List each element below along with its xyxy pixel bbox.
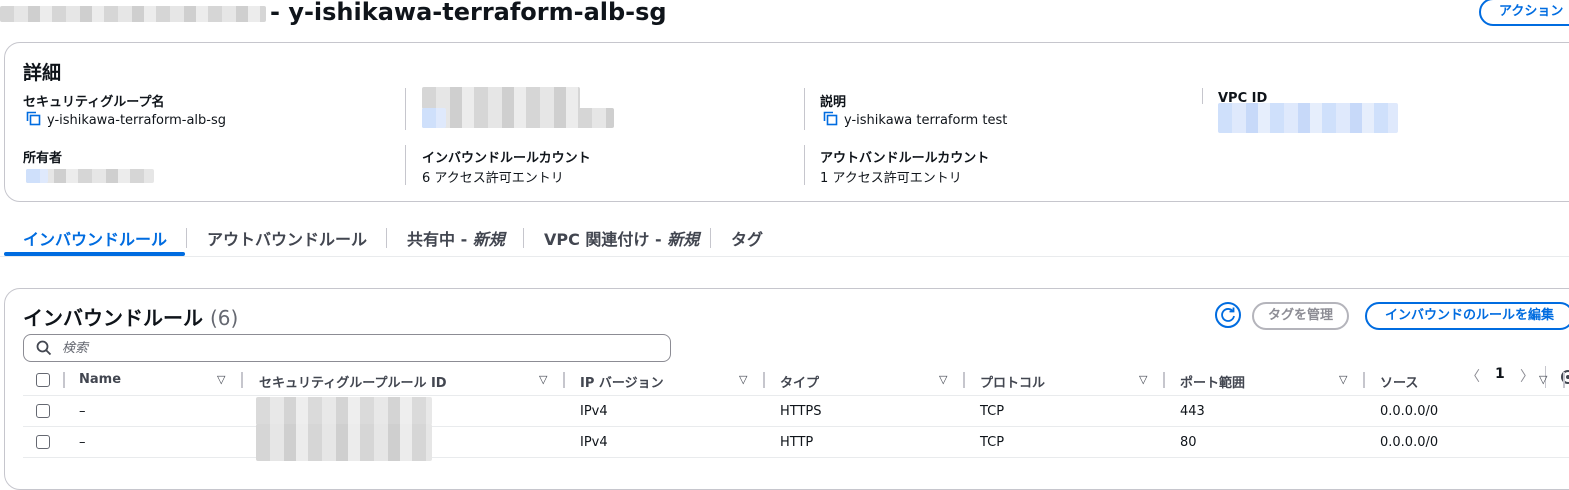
tab-divider — [523, 228, 524, 248]
select-all-checkbox[interactable] — [36, 373, 50, 387]
redacted-owner-link — [26, 169, 48, 183]
page-number[interactable]: 1 — [1495, 366, 1505, 382]
column-divider[interactable] — [1163, 372, 1165, 388]
tab-tags[interactable]: タグ — [731, 226, 763, 250]
sort-icon[interactable]: ▽ — [1539, 373, 1547, 386]
row-border — [23, 457, 1569, 458]
divider — [1202, 88, 1203, 104]
tab-outbound-rules[interactable]: アウトバウンドルール — [207, 226, 367, 250]
description-text: y-ishikawa terraform test — [844, 113, 1008, 128]
column-header-source[interactable]: ソース — [1380, 372, 1418, 391]
cell-protocol: TCP — [980, 404, 1005, 419]
tab-sharing-label: 共有中 - — [407, 230, 473, 249]
column-divider[interactable] — [1563, 372, 1565, 388]
edit-inbound-rules-button[interactable]: インバウンドのルールを編集 — [1365, 302, 1569, 330]
sg-name-value: y-ishikawa-terraform-alb-sg — [26, 111, 226, 130]
sort-icon[interactable]: ▽ — [217, 373, 225, 386]
redacted-link — [422, 108, 446, 128]
sort-icon[interactable]: ▽ — [1139, 373, 1147, 386]
redacted-rule-id — [256, 424, 432, 461]
search-icon — [36, 340, 52, 356]
tab-vpc-new: 新規 — [667, 230, 700, 249]
cell-ip-version: IPv4 — [580, 404, 608, 419]
cell-protocol: TCP — [980, 435, 1005, 450]
tab-vpc-label: VPC 関連付け - — [544, 230, 668, 249]
prev-page-icon[interactable]: 〈 — [1466, 366, 1480, 386]
redacted-vpc-id[interactable] — [1218, 103, 1398, 133]
tab-vpc-associations[interactable]: VPC 関連付け - 新規 — [544, 226, 699, 250]
column-divider[interactable] — [763, 372, 765, 388]
redacted-resource-id — [0, 6, 266, 22]
refresh-icon — [1221, 307, 1235, 322]
description-label: 説明 — [820, 95, 847, 110]
column-header-rule-id[interactable]: セキュリティグループルール ID — [259, 372, 447, 391]
column-divider[interactable] — [563, 372, 565, 388]
search-field[interactable] — [23, 334, 671, 362]
row-checkbox[interactable] — [36, 404, 50, 418]
cell-port-range: 443 — [1180, 404, 1205, 419]
inbound-rules-count: (6) — [209, 306, 239, 330]
copy-icon[interactable] — [26, 111, 41, 130]
inbound-rules-title: インバウンドルール — [23, 306, 203, 330]
manage-tags-button[interactable]: タグを管理 — [1252, 302, 1350, 330]
refresh-button[interactable] — [1215, 302, 1241, 328]
divider — [405, 145, 406, 185]
tab-divider — [186, 228, 187, 248]
cell-type: HTTP — [780, 435, 814, 450]
divider — [804, 145, 805, 185]
column-header-port-range[interactable]: ポート範囲 — [1180, 372, 1245, 391]
inbound-rules-heading: インバウンドルール (6) — [23, 302, 238, 331]
redacted-rule-id — [256, 397, 432, 425]
sort-icon[interactable]: ▽ — [1339, 373, 1347, 386]
sort-icon[interactable]: ▽ — [739, 373, 747, 386]
sg-name-label: セキュリティグループ名 — [23, 95, 165, 110]
divider — [804, 88, 805, 130]
actions-button[interactable]: アクション — [1479, 0, 1569, 26]
copy-icon[interactable] — [823, 111, 838, 130]
details-heading: 詳細 — [23, 62, 62, 84]
cell-type: HTTPS — [780, 404, 822, 419]
column-divider[interactable] — [241, 372, 243, 388]
page-title: - y-ishikawa-terraform-alb-sg — [270, 0, 667, 26]
column-divider — [63, 372, 65, 388]
header-row-border — [23, 395, 1569, 396]
redacted-sg-id-value — [422, 108, 614, 128]
divider — [405, 88, 406, 130]
tab-divider — [386, 228, 387, 248]
column-divider[interactable] — [963, 372, 965, 388]
tabs-baseline — [0, 256, 1569, 257]
sort-icon[interactable]: ▽ — [939, 373, 947, 386]
search-input[interactable] — [60, 338, 654, 358]
redacted-sg-id — [422, 87, 580, 109]
cell-name: – — [79, 435, 86, 450]
outbound-count-label: アウトバンドルールカウント — [820, 151, 990, 166]
next-page-icon[interactable]: 〉 — [1520, 366, 1534, 386]
active-tab-indicator — [4, 252, 185, 256]
column-header-protocol[interactable]: プロトコル — [980, 372, 1045, 391]
cell-name: – — [79, 404, 86, 419]
inbound-count-label: インバウンドルールカウント — [422, 151, 591, 166]
tab-sharing[interactable]: 共有中 - 新規 — [407, 226, 505, 250]
description-value: y-ishikawa terraform test — [823, 111, 1007, 130]
tab-divider — [710, 228, 711, 248]
tab-inbound-rules[interactable]: インバウンドルール — [23, 226, 167, 250]
sort-icon[interactable]: ▽ — [539, 373, 547, 386]
sg-name-text: y-ishikawa-terraform-alb-sg — [47, 113, 227, 128]
tab-sharing-new: 新規 — [472, 230, 505, 249]
owner-label: 所有者 — [23, 151, 63, 166]
column-header-type[interactable]: タイプ — [780, 372, 819, 391]
cell-source: 0.0.0.0/0 — [1380, 404, 1439, 419]
row-checkbox[interactable] — [36, 435, 50, 449]
inbound-count-value: 6 アクセス許可エントリ — [422, 171, 564, 186]
column-header-name[interactable]: Name — [79, 372, 121, 387]
cell-ip-version: IPv4 — [580, 435, 608, 450]
cell-port-range: 80 — [1180, 435, 1197, 450]
column-divider[interactable] — [1363, 372, 1365, 388]
column-header-ip-version[interactable]: IP バージョン — [580, 372, 664, 391]
cell-source: 0.0.0.0/0 — [1380, 435, 1439, 450]
outbound-count-value: 1 アクセス許可エントリ — [820, 171, 962, 186]
row-border — [23, 426, 1569, 427]
